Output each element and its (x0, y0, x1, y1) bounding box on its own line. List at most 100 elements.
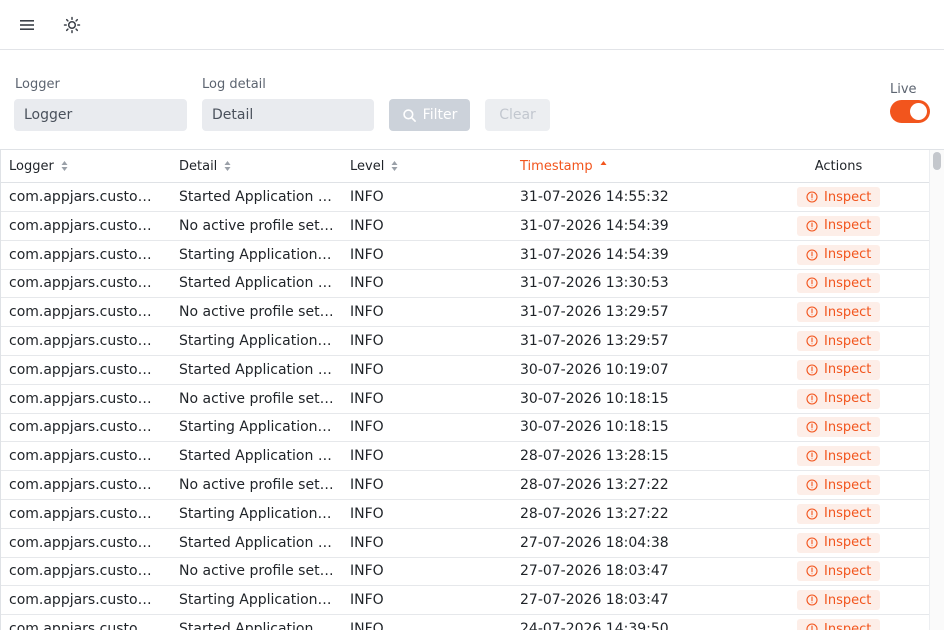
column-header-timestamp[interactable]: Timestamp (520, 150, 607, 182)
vertical-scrollbar[interactable] (929, 150, 944, 630)
inspect-button-label: Inspect (824, 419, 872, 435)
table-row[interactable]: com.appjars.customer.Application Startin… (1, 413, 929, 443)
inspect-button[interactable]: Inspect (797, 446, 880, 467)
detail-cell: Starting Application v1.0 (179, 333, 335, 349)
inspect-button[interactable]: Inspect (797, 503, 880, 524)
logger-cell: com.appjars.customer.Application (9, 505, 163, 522)
live-toggle[interactable] (890, 100, 930, 123)
level-cell: INFO (350, 592, 384, 609)
scrollbar-thumb[interactable] (933, 152, 941, 170)
table-row[interactable]: com.appjars.customer.Application Started… (1, 442, 929, 472)
table-row[interactable]: com.appjars.customer.Application Started… (1, 615, 929, 630)
table-row[interactable]: com.appjars.customer.Application Startin… (1, 500, 929, 529)
info-circle-icon (806, 623, 818, 630)
column-header-actions: Actions (797, 150, 880, 182)
inspect-button[interactable]: Inspect (797, 244, 880, 265)
filter-button[interactable]: Filter (389, 99, 470, 131)
table-row[interactable]: com.appjars.customer.Application Startin… (1, 241, 929, 270)
info-circle-icon (806, 594, 818, 606)
timestamp-cell: 28-07-2026 13:27:22 (520, 477, 669, 493)
inspect-button[interactable]: Inspect (797, 619, 880, 630)
column-header-level[interactable]: Level (350, 150, 398, 182)
table-row[interactable]: com.appjars.customer.Application Startin… (1, 586, 929, 616)
logger-cell: com.appjars.customer.Application (9, 477, 163, 493)
timestamp-cell: 31-07-2026 13:30:53 (520, 275, 669, 292)
log-grid: Logger Detail Level Timestamp Actions co… (0, 149, 944, 630)
level-cell: INFO (350, 275, 384, 292)
grid-header: Logger Detail Level Timestamp Actions (1, 150, 929, 183)
table-row[interactable]: com.appjars.customer.Application Started… (1, 269, 929, 299)
live-toggle-knob (910, 103, 927, 120)
sun-icon[interactable] (60, 13, 84, 37)
logger-cell: com.appjars.customer.Application (9, 304, 163, 321)
inspect-button[interactable]: Inspect (797, 273, 880, 294)
level-cell: INFO (350, 505, 384, 522)
logger-cell: com.appjars.customer.Application (9, 419, 163, 436)
table-row[interactable]: com.appjars.customer.Application Started… (1, 356, 929, 385)
detail-cell: Started Application in 3.2 seconds (179, 621, 335, 630)
column-header-label: Logger (9, 158, 54, 174)
inspect-button-label: Inspect (824, 448, 872, 464)
inspect-button[interactable]: Inspect (797, 215, 880, 236)
info-circle-icon (806, 537, 818, 549)
table-row[interactable]: com.appjars.customer.Application No acti… (1, 471, 929, 500)
inspect-button-label: Inspect (824, 563, 872, 579)
timestamp-cell: 31-07-2026 13:29:57 (520, 333, 669, 349)
column-header-logger[interactable]: Logger (9, 150, 68, 182)
inspect-button[interactable]: Inspect (797, 532, 880, 553)
info-circle-icon (806, 421, 818, 433)
table-row[interactable]: com.appjars.customer.Application Started… (1, 529, 929, 558)
level-cell: INFO (350, 419, 384, 436)
table-row[interactable]: com.appjars.customer.Application Startin… (1, 327, 929, 356)
level-cell: INFO (350, 390, 384, 407)
detail-cell: Starting Application v1.0 (179, 246, 335, 263)
timestamp-cell: 24-07-2026 14:39:50 (520, 621, 669, 630)
detail-cell: No active profile set, falling back to d… (179, 304, 335, 321)
timestamp-cell: 31-07-2026 14:54:39 (520, 246, 669, 263)
detail-input[interactable] (202, 99, 374, 131)
logger-cell: com.appjars.customer.Application (9, 621, 163, 630)
inspect-button[interactable]: Inspect (797, 388, 880, 409)
info-circle-icon (806, 393, 818, 405)
timestamp-cell: 27-07-2026 18:04:38 (520, 534, 669, 551)
info-circle-icon (806, 508, 818, 520)
live-toggle-label: Live (890, 82, 917, 97)
level-cell: INFO (350, 304, 384, 321)
table-row[interactable]: com.appjars.customer.Application Started… (1, 183, 929, 212)
logger-cell: com.appjars.customer.Application (9, 448, 163, 465)
sort-icon (224, 161, 231, 171)
info-circle-icon (806, 364, 818, 376)
column-header-label: Level (350, 158, 385, 174)
logger-cell: com.appjars.customer.Application (9, 361, 163, 378)
inspect-button[interactable]: Inspect (797, 561, 880, 582)
clear-button[interactable]: Clear (485, 99, 550, 131)
table-row[interactable]: com.appjars.customer.Application No acti… (1, 212, 929, 241)
logger-input[interactable] (14, 99, 187, 131)
table-row[interactable]: com.appjars.customer.Application No acti… (1, 557, 929, 587)
inspect-button[interactable]: Inspect (797, 475, 880, 495)
inspect-button[interactable]: Inspect (797, 187, 880, 207)
column-header-detail[interactable]: Detail (179, 150, 231, 182)
info-circle-icon (806, 306, 818, 318)
detail-cell: No active profile set, falling back to d… (179, 563, 335, 580)
table-row[interactable]: com.appjars.customer.Application No acti… (1, 385, 929, 414)
logger-cell: com.appjars.customer.Application (9, 534, 163, 551)
info-circle-icon (806, 191, 818, 203)
hamburger-menu-icon[interactable] (15, 13, 39, 37)
inspect-button[interactable]: Inspect (797, 590, 880, 611)
timestamp-cell: 30-07-2026 10:19:07 (520, 361, 669, 378)
sort-icon (391, 161, 398, 171)
inspect-button-label: Inspect (824, 506, 872, 522)
timestamp-cell: 31-07-2026 14:55:32 (520, 189, 669, 205)
inspect-button[interactable]: Inspect (797, 359, 880, 380)
level-cell: INFO (350, 534, 384, 551)
column-header-label: Actions (814, 158, 863, 174)
inspect-button[interactable]: Inspect (797, 302, 880, 323)
inspect-button[interactable]: Inspect (797, 417, 880, 438)
logger-cell: com.appjars.customer.Application (9, 189, 163, 205)
inspect-button[interactable]: Inspect (797, 331, 880, 351)
detail-cell: No active profile set, falling back to d… (179, 217, 335, 234)
table-row[interactable]: com.appjars.customer.Application No acti… (1, 298, 929, 328)
logger-cell: com.appjars.customer.Application (9, 333, 163, 349)
inspect-button-label: Inspect (824, 592, 872, 608)
